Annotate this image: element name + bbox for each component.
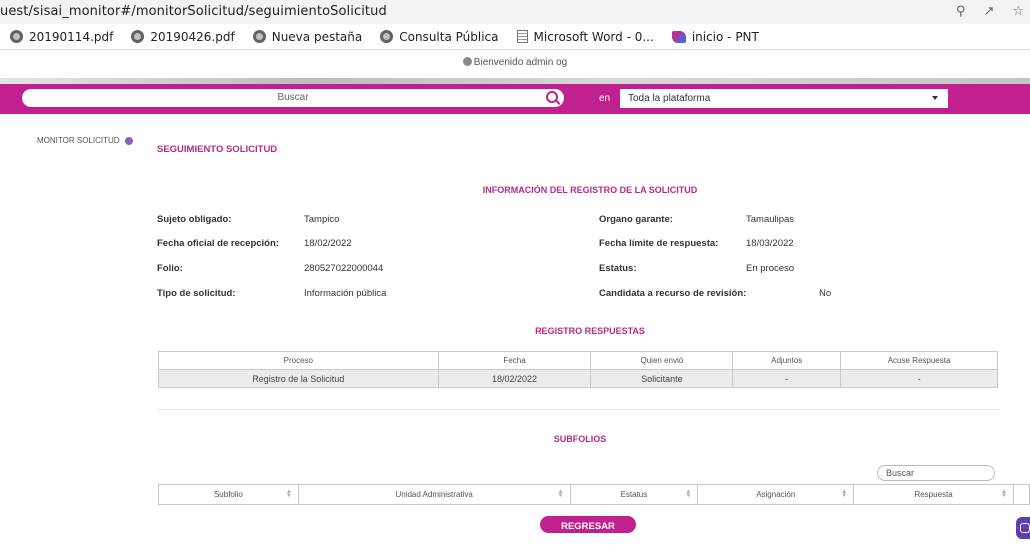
- candidata-label: Candidata a recurso de revisión:: [599, 288, 747, 299]
- column-header: Proceso: [158, 351, 439, 370]
- subfolios-search-input[interactable]: Buscar: [877, 465, 995, 481]
- chat-icon[interactable]: [1016, 517, 1030, 539]
- column-header-extra: [1012, 484, 1030, 505]
- column-header: Fecha: [437, 351, 592, 370]
- chevron-down-icon: [932, 96, 938, 100]
- search-input[interactable]: Buscar: [22, 89, 564, 107]
- bookmark-item[interactable]: inicio - PNT: [671, 30, 759, 44]
- column-header: Acuse Respuesta: [840, 351, 998, 370]
- fecha-recepcion-label: Fecha oficial de recepción:: [157, 238, 279, 249]
- sidebar-item-monitor-solicitud[interactable]: MONITOR SOLICITUD: [37, 136, 133, 145]
- section-divider: [158, 409, 1000, 410]
- registro-heading: REGISTRO RESPUESTAS: [535, 326, 645, 336]
- folio-label: Folio:: [157, 263, 183, 274]
- fecha-limite-label: Fecha límite de respuesta:: [599, 238, 719, 249]
- table-row: Registro de la Solicitud 18/02/2022 Soli…: [158, 369, 998, 388]
- sort-icon: ▲ ▼: [1001, 489, 1007, 499]
- bookmark-item[interactable]: 20190426.pdf: [131, 30, 235, 44]
- globe-icon: [380, 30, 394, 43]
- user-icon: [462, 57, 472, 66]
- sort-icon: ▲ ▼: [685, 489, 692, 499]
- zoom-icon[interactable]: ⚲: [956, 3, 966, 19]
- column-header-sortable[interactable]: Asignación ▲ ▼: [697, 484, 855, 505]
- estatus-label: Estatus:: [599, 263, 637, 274]
- candidata-value: No: [819, 288, 832, 299]
- sort-icon: ▲ ▼: [841, 489, 848, 499]
- tipo-label: Tipo de solicitud:: [157, 288, 236, 299]
- sort-icon: ▲ ▼: [285, 489, 292, 499]
- browser-address-bar[interactable]: uest/sisai_monitor#/monitorSolicitud/seg…: [0, 0, 1030, 24]
- folio-value: 280527022000044: [304, 263, 384, 274]
- address-bar-actions: ⚲ ↗ ☆: [956, 3, 1024, 19]
- bookmark-item[interactable]: 20190114.pdf: [10, 30, 113, 44]
- bookmark-item[interactable]: Consulta Pública: [380, 30, 499, 44]
- document-icon: [516, 30, 528, 43]
- organo-value: Tamaulipas: [746, 214, 795, 225]
- search-placeholder: Buscar: [277, 92, 309, 103]
- table-header-row: Subfolio ▲ ▼ Unidad Administrativa ▲ ▼ Estat…: [158, 484, 1030, 505]
- welcome-message: Bienvenido admin og: [0, 57, 1030, 68]
- organo-label: Organo garante:: [599, 214, 673, 225]
- pnt-logo-icon: [671, 30, 686, 43]
- sort-icon: ▲ ▼: [557, 489, 564, 499]
- fecha-limite-value: 18/03/2022: [746, 238, 794, 249]
- subfolios-heading: SUBFOLIOS: [553, 434, 607, 444]
- bookmark-star-icon[interactable]: ☆: [1012, 3, 1024, 19]
- globe-icon: [131, 30, 145, 43]
- page-title: SEGUIMIENTO SOLICITUD: [157, 144, 278, 155]
- column-header-sortable[interactable]: Unidad Administrativa ▲ ▼: [297, 484, 571, 505]
- table-cell: 18/02/2022: [437, 369, 592, 388]
- search-bar: Buscar en Toda la plataforma: [0, 84, 1030, 114]
- column-header-sortable[interactable]: Estatus ▲ ▼: [569, 484, 699, 505]
- info-heading: INFORMACIÓN DEL REGISTRO DE LA SOLICITUD: [482, 185, 698, 195]
- column-header: Quien envió: [590, 351, 734, 370]
- sujeto-label: Sujeto obligado:: [157, 214, 232, 225]
- table-cell: -: [840, 369, 998, 388]
- share-icon[interactable]: ↗: [983, 3, 994, 19]
- tipo-value: Información pública: [304, 288, 387, 299]
- table-cell: Solicitante: [590, 369, 734, 388]
- scope-label: en: [599, 93, 611, 104]
- bookmark-item[interactable]: Microsoft Word - 0...: [516, 30, 654, 44]
- fecha-recepcion-value: 18/02/2022: [304, 238, 352, 249]
- table-cell: -: [732, 369, 842, 388]
- bookmarks-bar: 20190114.pdf 20190426.pdf Nueva pestaña …: [0, 24, 1030, 50]
- globe-icon: [252, 30, 266, 43]
- estatus-value: En proceso: [746, 263, 795, 274]
- globe-icon: [10, 30, 23, 43]
- table-cell: Registro de la Solicitud: [158, 369, 439, 388]
- scope-select[interactable]: Toda la plataforma: [620, 89, 948, 108]
- indicator-dot-icon: [124, 136, 133, 145]
- table-header-row: Proceso Fecha Quien envió Adjuntos Acuse…: [158, 351, 998, 370]
- subfolios-table: Subfolio ▲ ▼ Unidad Administrativa ▲ ▼ Estat…: [158, 484, 1030, 505]
- url-text[interactable]: uest/sisai_monitor#/monitorSolicitud/seg…: [0, 4, 387, 19]
- column-header: Adjuntos: [732, 351, 842, 370]
- registro-respuestas-table: Proceso Fecha Quien envió Adjuntos Acuse…: [158, 351, 998, 388]
- column-header-sortable[interactable]: Respuesta ▲ ▼: [853, 484, 1014, 505]
- sujeto-value: Tampico: [304, 214, 340, 225]
- search-icon[interactable]: [546, 91, 558, 103]
- column-header-sortable[interactable]: Subfolio ▲ ▼: [158, 484, 299, 505]
- regresar-button[interactable]: REGRESAR: [540, 516, 636, 533]
- bookmark-item[interactable]: Nueva pestaña: [252, 30, 362, 44]
